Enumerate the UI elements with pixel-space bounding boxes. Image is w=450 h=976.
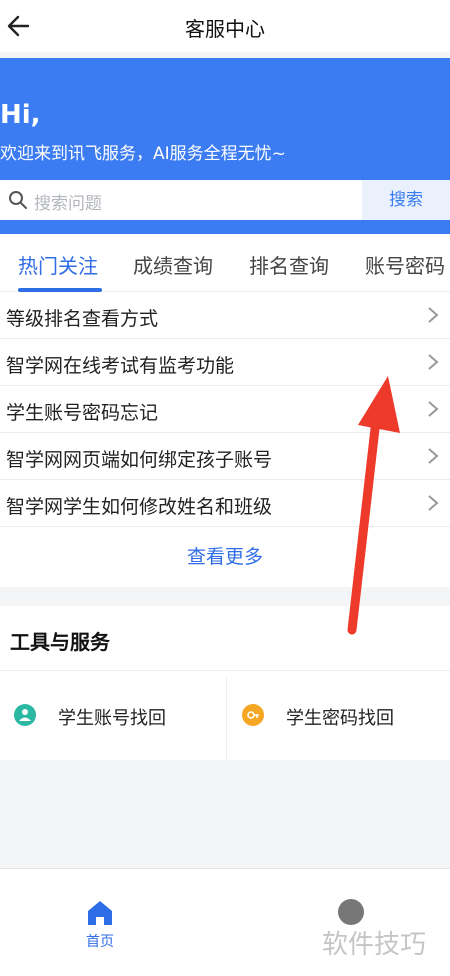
watermark: 软件技巧 (322, 930, 427, 960)
list-item[interactable]: 等级排名查看方式 (0, 292, 450, 339)
list-item[interactable]: 学生账号密码忘记 (0, 386, 450, 433)
banner-welcome-text: 欢迎来到讯飞服务，AI服务全程无忧~ (0, 144, 286, 164)
tool-label: 学生账号找回 (58, 708, 166, 729)
chevron-right-icon (428, 354, 439, 370)
student-password-recovery-button[interactable]: 学生密码找回 (226, 672, 450, 760)
chevron-right-icon (428, 448, 439, 464)
person-icon (14, 704, 36, 726)
nav-home-label: 首页 (86, 934, 114, 950)
tool-label: 学生密码找回 (286, 708, 394, 729)
chevron-right-icon (428, 495, 439, 511)
search-input[interactable]: 搜索问题 (0, 180, 362, 220)
profile-icon[interactable] (338, 899, 364, 925)
key-icon (242, 704, 264, 726)
search-bar: 搜索问题 搜索 (0, 180, 450, 220)
list-item[interactable]: 智学网网页端如何绑定孩子账号 (0, 433, 450, 480)
tools-section: 工具与服务 学生账号找回 学生密码找回 (0, 606, 450, 760)
section-title: 工具与服务 (10, 630, 110, 654)
tab-ranking[interactable]: 排名查询 (249, 250, 329, 279)
student-account-recovery-button[interactable]: 学生账号找回 (0, 672, 225, 760)
nav-home[interactable]: 首页 (80, 897, 120, 950)
top-bar: 客服中心 (0, 0, 450, 52)
banner-greeting: Hi, (0, 100, 41, 130)
divider (0, 670, 450, 671)
list-item-label: 智学网在线考试有监考功能 (6, 355, 235, 377)
list-item-label: 学生账号密码忘记 (6, 402, 159, 424)
tab-hot[interactable]: 热门关注 (18, 250, 98, 279)
home-icon (88, 901, 112, 925)
chevron-right-icon (428, 401, 439, 417)
chevron-right-icon (428, 307, 439, 323)
tab-bar: 热门关注 成绩查询 排名查询 账号密码 (0, 234, 450, 292)
tab-account[interactable]: 账号密码 (365, 250, 445, 279)
tab-scores[interactable]: 成绩查询 (133, 250, 213, 279)
search-button[interactable]: 搜索 (362, 180, 450, 220)
page-title: 客服中心 (185, 17, 265, 41)
list-item-label: 等级排名查看方式 (6, 308, 159, 330)
list-item-label: 智学网网页端如何绑定孩子账号 (6, 449, 273, 471)
list-item-label: 智学网学生如何修改姓名和班级 (6, 496, 273, 518)
search-icon (9, 191, 27, 209)
faq-list: 等级排名查看方式 智学网在线考试有监考功能 学生账号密码忘记 智学网网页端如何绑… (0, 292, 450, 587)
list-item[interactable]: 智学网在线考试有监考功能 (0, 339, 450, 386)
search-placeholder: 搜索问题 (34, 194, 102, 214)
view-more-link[interactable]: 查看更多 (0, 527, 450, 587)
list-item[interactable]: 智学网学生如何修改姓名和班级 (0, 480, 450, 527)
